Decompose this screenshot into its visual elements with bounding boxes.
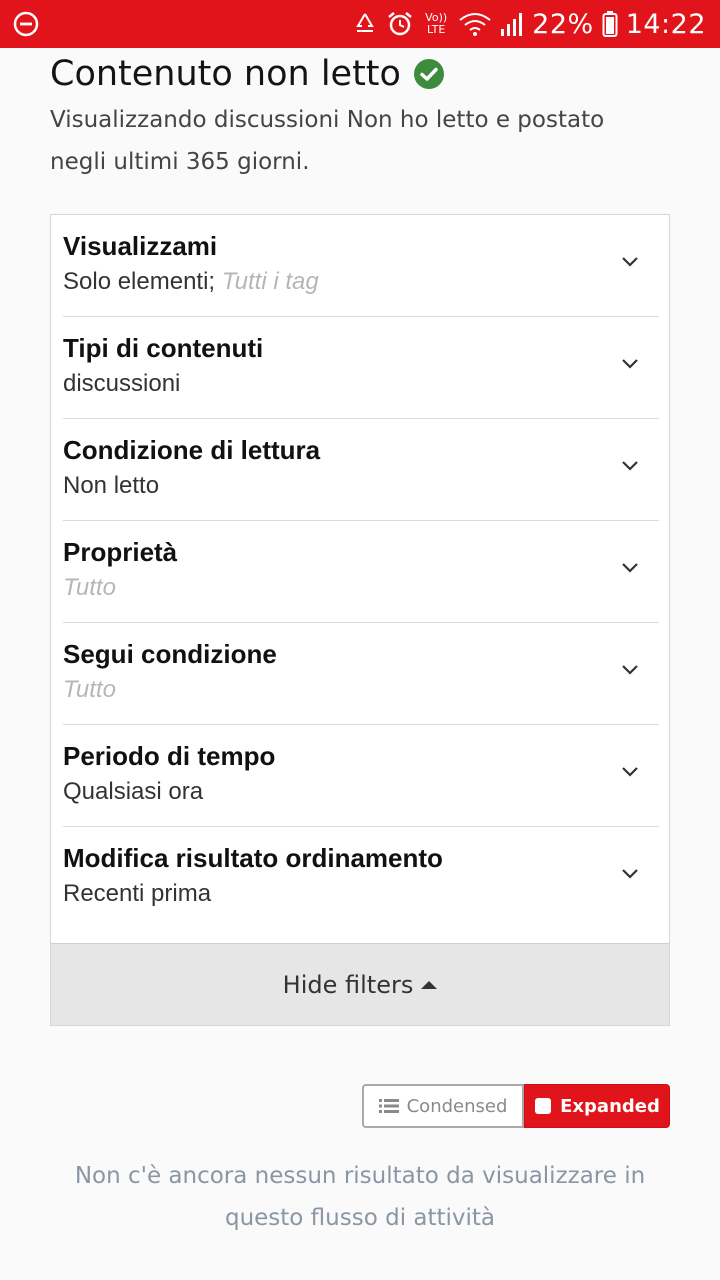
filter-value: discussioni bbox=[63, 370, 181, 397]
filter-proprieta[interactable]: Proprietà Tutto bbox=[63, 521, 659, 623]
status-bar: Vo)) LTE 22% 14:22 bbox=[0, 0, 720, 48]
filter-condizione-di-lettura[interactable]: Condizione di lettura Non letto bbox=[63, 419, 659, 521]
filter-label: Modifica risultato ordinamento bbox=[63, 843, 443, 873]
view-mode-toggle: Condensed Expanded bbox=[362, 1084, 670, 1128]
filter-segui-condizione[interactable]: Segui condizione Tutto bbox=[63, 623, 659, 725]
empty-state-message: Non c'è ancora nessun risultato da visua… bbox=[74, 1163, 646, 1231]
square-icon bbox=[535, 1098, 552, 1114]
filter-tipi-di-contenuti[interactable]: Tipi di contenuti discussioni bbox=[63, 317, 659, 419]
filter-label: Tipi di contenuti bbox=[63, 333, 264, 363]
filter-periodo-di-tempo[interactable]: Periodo di tempo Qualsiasi ora bbox=[63, 725, 659, 827]
alarm-icon bbox=[388, 12, 412, 36]
battery-icon bbox=[602, 11, 618, 37]
minus-circle-icon bbox=[13, 11, 39, 37]
filter-value: Tutto bbox=[63, 676, 116, 703]
filter-visualizzami[interactable]: Visualizzami Solo elementi; Tutti i tag bbox=[63, 215, 659, 317]
filter-label: Visualizzami bbox=[63, 231, 218, 261]
filter-label: Segui condizione bbox=[63, 639, 277, 669]
chevron-down-icon[interactable] bbox=[621, 358, 639, 370]
hide-filters-button[interactable]: Hide filters bbox=[51, 943, 669, 1025]
list-icon bbox=[378, 1099, 399, 1113]
caret-up-icon bbox=[421, 980, 438, 989]
filter-value: Qualsiasi ora bbox=[63, 778, 204, 805]
signal-icon bbox=[501, 13, 523, 36]
chevron-down-icon[interactable] bbox=[621, 664, 639, 676]
chevron-down-icon[interactable] bbox=[621, 256, 639, 268]
check-circle-icon bbox=[413, 59, 444, 89]
chevron-down-icon[interactable] bbox=[621, 766, 639, 778]
page-header: Contenuto non letto bbox=[50, 54, 445, 94]
filter-label: Condizione di lettura bbox=[63, 435, 321, 465]
expanded-label: Expanded bbox=[560, 1095, 660, 1117]
filter-modifica-ordinamento[interactable]: Modifica risultato ordinamento Recenti p… bbox=[63, 827, 659, 929]
condensed-button[interactable]: Condensed bbox=[362, 1084, 524, 1128]
expanded-button[interactable]: Expanded bbox=[524, 1084, 670, 1128]
chevron-down-icon[interactable] bbox=[621, 868, 639, 880]
volte-icon: Vo)) LTE bbox=[425, 11, 448, 36]
page-subtitle: Visualizzando discussioni Non ho letto e… bbox=[50, 107, 605, 175]
filter-label: Periodo di tempo bbox=[63, 741, 276, 771]
condensed-label: Condensed bbox=[406, 1095, 508, 1117]
filter-value: Solo elementi; Tutti i tag bbox=[63, 268, 319, 296]
chevron-down-icon[interactable] bbox=[621, 562, 639, 574]
filters-panel: Visualizzami Solo elementi; Tutti i tag … bbox=[50, 214, 670, 1026]
clock: 14:22 bbox=[625, 8, 706, 40]
page-title: Contenuto non letto bbox=[50, 54, 401, 94]
filter-value-extra: Tutti i tag bbox=[221, 268, 319, 295]
filter-value: Non letto bbox=[63, 472, 160, 499]
filter-value-main: Solo elementi; bbox=[63, 268, 216, 295]
wifi-icon bbox=[459, 13, 491, 36]
filter-value: Recenti prima bbox=[63, 880, 212, 907]
hide-filters-label: Hide filters bbox=[282, 970, 414, 999]
recycle-icon bbox=[356, 13, 374, 32]
filter-label: Proprietà bbox=[63, 537, 178, 567]
chevron-down-icon[interactable] bbox=[621, 460, 639, 472]
battery-percent: 22% bbox=[532, 8, 594, 40]
filter-value: Tutto bbox=[63, 574, 116, 601]
